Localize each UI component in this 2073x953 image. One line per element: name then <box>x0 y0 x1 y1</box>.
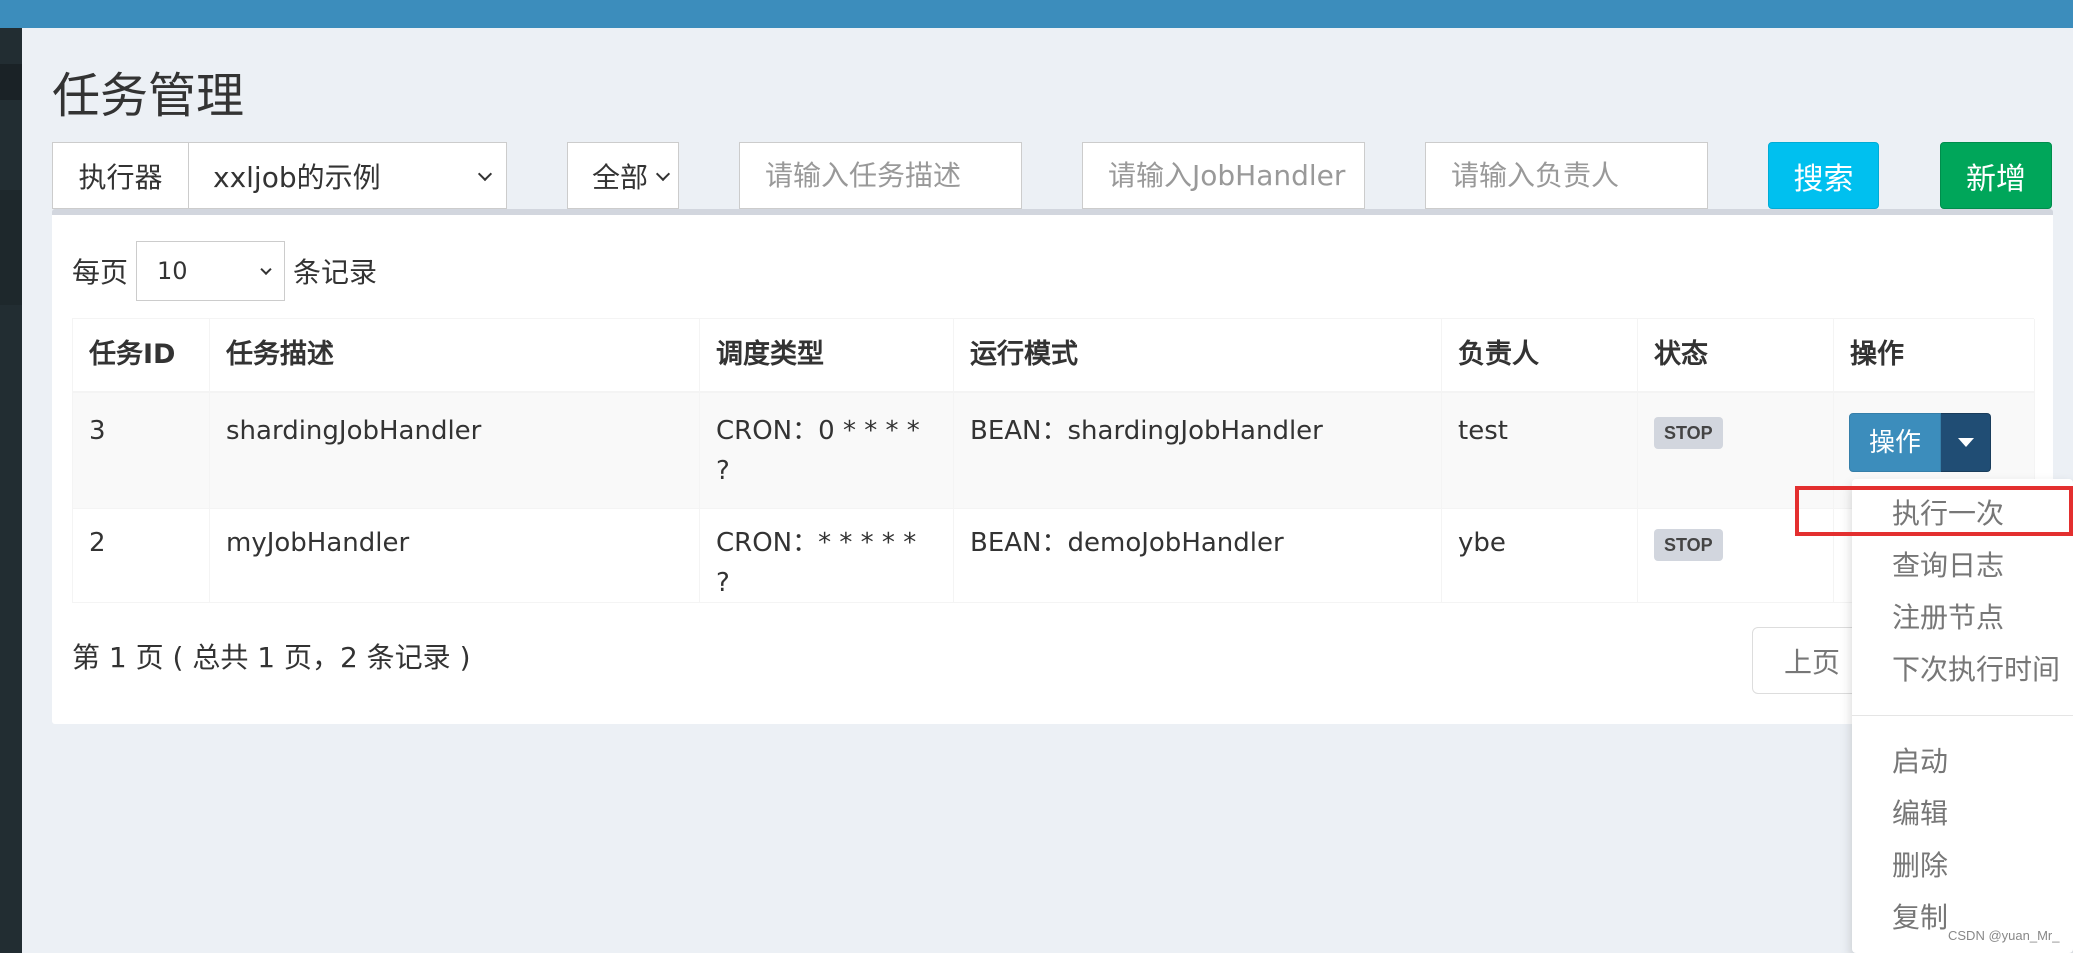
job-list-box: 每页 10 条记录 任务ID 任务描述 调度类型 运行模式 负责人 状态 操作 … <box>52 209 2053 724</box>
page-length-suffix: 条记录 <box>293 256 378 289</box>
watermark: CSDN @yuan_Mr_ <box>1948 928 2060 943</box>
page-length-prefix: 每页 <box>72 256 129 289</box>
column-header[interactable]: 操作 <box>1834 319 2035 393</box>
column-header[interactable]: 状态 <box>1638 319 1834 393</box>
caret-down-icon <box>1957 438 1974 447</box>
search-button[interactable]: 搜索 <box>1768 142 1879 209</box>
page-length-value: 10 <box>157 257 188 285</box>
chevron-down-icon <box>260 263 272 276</box>
job-handler-input[interactable] <box>1082 142 1365 209</box>
sidebar-item[interactable] <box>0 64 22 100</box>
job-id: 2 <box>73 509 210 603</box>
job-desc: shardingJobHandler <box>210 393 700 509</box>
table-header: 任务ID 任务描述 调度类型 运行模式 负责人 状态 操作 <box>72 318 2035 393</box>
job-desc: myJobHandler <box>210 509 700 603</box>
menu-divider <box>1852 715 2073 716</box>
highlight-annotation <box>1795 486 2073 536</box>
menu-item-next-trigger-time[interactable]: 下次执行时间 <box>1892 648 2060 688</box>
add-button[interactable]: 新增 <box>1940 142 2052 209</box>
executor-select-value: xxljob的示例 <box>213 160 381 194</box>
pagination-info: 第 1 页 ( 总共 1 页，2 条记录 ) <box>72 641 471 674</box>
menu-item-query-log[interactable]: 查询日志 <box>1892 544 2004 584</box>
author: ybe <box>1442 509 1638 603</box>
menu-item-registry-nodes[interactable]: 注册节点 <box>1892 596 2004 636</box>
job-id: 3 <box>73 393 210 509</box>
schedule-type: CRON：* * * * * ? <box>700 509 954 603</box>
page-title: 任务管理 <box>52 68 245 124</box>
action-dropdown-menu: 执行一次 查询日志 注册节点 下次执行时间 启动 编辑 删除 复制 <box>1852 479 2073 953</box>
job-desc-input[interactable] <box>739 142 1022 209</box>
menu-item-delete[interactable]: 删除 <box>1892 844 1948 884</box>
status-select-value: 全部 <box>592 160 649 194</box>
sidebar-item[interactable] <box>0 190 22 305</box>
column-header[interactable]: 调度类型 <box>700 319 954 393</box>
author: test <box>1442 393 1638 509</box>
executor-select[interactable]: xxljob的示例 <box>188 142 507 209</box>
status-select[interactable]: 全部 <box>567 142 679 209</box>
column-header[interactable]: 运行模式 <box>954 319 1442 393</box>
top-navbar <box>0 0 2073 28</box>
run-mode: BEAN：shardingJobHandler <box>954 393 1442 509</box>
table-row: 2 myJobHandler CRON：* * * * * ? BEAN：dem… <box>72 509 2035 603</box>
action-button[interactable]: 操作 <box>1849 413 1941 472</box>
table-row: 3 shardingJobHandler CRON：0 * * * * ? BE… <box>72 393 2035 509</box>
sidebar <box>0 28 22 953</box>
column-header[interactable]: 负责人 <box>1442 319 1638 393</box>
action-dropdown-toggle[interactable] <box>1941 413 1991 472</box>
column-header[interactable]: 任务ID <box>73 319 210 393</box>
chevron-down-icon <box>655 166 671 181</box>
schedule-type: CRON：0 * * * * ? <box>700 393 954 509</box>
column-header[interactable]: 任务描述 <box>210 319 700 393</box>
author-input[interactable] <box>1425 142 1708 209</box>
chevron-down-icon <box>477 166 493 181</box>
run-mode: BEAN：demoJobHandler <box>954 509 1442 603</box>
menu-item-start[interactable]: 启动 <box>1892 740 1948 780</box>
status-badge: STOP <box>1654 417 1723 449</box>
menu-item-edit[interactable]: 编辑 <box>1892 792 1948 832</box>
executor-label: 执行器 <box>52 142 188 209</box>
menu-item-copy[interactable]: 复制 <box>1892 896 1948 936</box>
page-length-select[interactable]: 10 <box>136 241 285 301</box>
executor-group: 执行器 xxljob的示例 <box>52 142 507 209</box>
status-badge: STOP <box>1654 529 1723 561</box>
action-button-group: 操作 <box>1849 413 1991 472</box>
